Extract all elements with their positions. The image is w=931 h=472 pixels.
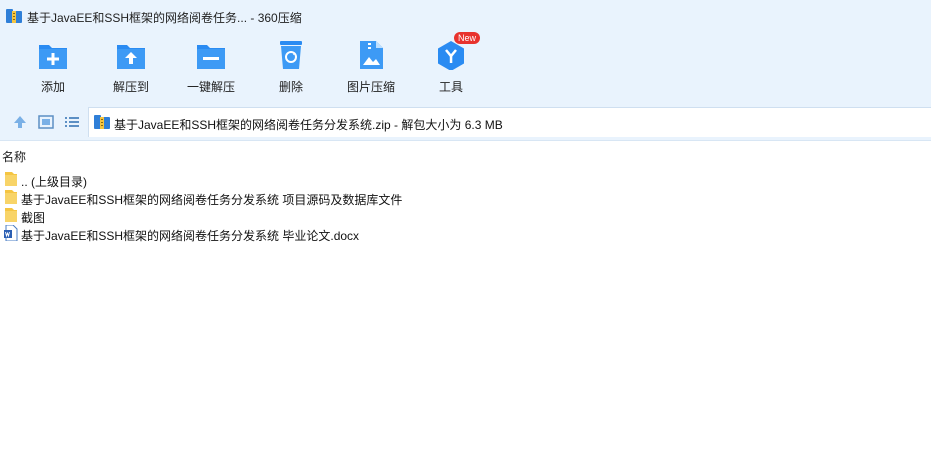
one-click-extract-icon bbox=[197, 45, 225, 69]
archive-icon bbox=[94, 115, 110, 129]
column-header: 名称 bbox=[0, 140, 931, 164]
folder-icon bbox=[5, 208, 17, 222]
list-item-source-folder[interactable]: 基于JavaEE和SSH框架的网络阅卷任务分发系统 项目源码及数据库文件 bbox=[0, 188, 931, 207]
list-item-screenshots-folder[interactable]: 截图 bbox=[0, 206, 931, 225]
one-click-extract-label: 一键解压 bbox=[186, 80, 235, 94]
title-bar[interactable]: 基于JavaEE和SSH框架的网络阅卷任务... - 360压缩 bbox=[0, 0, 931, 34]
list-item-parent[interactable]: .. (上级目录) bbox=[0, 170, 931, 189]
image-compress-label: 图片压缩 bbox=[346, 80, 395, 94]
tools-label: 工具 bbox=[438, 80, 463, 94]
folder-icon bbox=[5, 172, 17, 186]
delete-label: 删除 bbox=[278, 80, 303, 94]
add-icon bbox=[39, 45, 67, 69]
file-list: .. (上级目录) 基于JavaEE和SSH框架的网络阅卷任务分发系统 项目源码… bbox=[0, 168, 931, 472]
extract-to-icon bbox=[117, 45, 145, 69]
address-bar[interactable]: 基于JavaEE和SSH框架的网络阅卷任务分发系统.zip - 解包大小为 6.… bbox=[88, 107, 931, 137]
new-badge: New bbox=[454, 32, 481, 44]
word-document-icon bbox=[4, 225, 18, 241]
extract-to-label: 解压到 bbox=[112, 80, 149, 94]
address-row: 基于JavaEE和SSH框架的网络阅卷任务分发系统.zip - 解包大小为 6.… bbox=[0, 104, 931, 140]
archive-icon bbox=[6, 9, 22, 23]
main-toolbar: 添加 解压到 一键解压 删除 图片压缩 New 工具 bbox=[0, 32, 931, 104]
list-view-icon[interactable] bbox=[63, 113, 81, 131]
folder-icon bbox=[5, 190, 17, 204]
tools-icon bbox=[438, 41, 464, 70]
delete-button[interactable]: 删除 bbox=[252, 40, 328, 100]
column-name-header[interactable]: 名称 bbox=[2, 148, 26, 165]
up-arrow-icon[interactable] bbox=[11, 113, 29, 131]
image-compress-button[interactable]: 图片压缩 bbox=[332, 40, 408, 100]
list-item-thesis-docx[interactable]: 基于JavaEE和SSH框架的网络阅卷任务分发系统 毕业论文.docx bbox=[0, 224, 931, 243]
delete-icon bbox=[280, 41, 302, 69]
app-window: 基于JavaEE和SSH框架的网络阅卷任务... - 360压缩 添加 解压到 bbox=[0, 0, 931, 472]
one-click-extract-button[interactable]: 一键解压 bbox=[172, 40, 248, 100]
tools-button[interactable]: New 工具 bbox=[412, 32, 488, 100]
file-name: 基于JavaEE和SSH框架的网络阅卷任务分发系统 毕业论文.docx bbox=[21, 229, 360, 243]
image-compress-icon bbox=[360, 41, 383, 69]
address-path: 基于JavaEE和SSH框架的网络阅卷任务分发系统.zip - 解包大小为 6.… bbox=[114, 118, 503, 132]
extract-to-button[interactable]: 解压到 bbox=[92, 40, 168, 100]
thumbnail-view-icon[interactable] bbox=[37, 113, 55, 131]
add-label: 添加 bbox=[40, 80, 65, 94]
window-title: 基于JavaEE和SSH框架的网络阅卷任务... - 360压缩 bbox=[27, 11, 302, 25]
add-button[interactable]: 添加 bbox=[14, 40, 90, 100]
